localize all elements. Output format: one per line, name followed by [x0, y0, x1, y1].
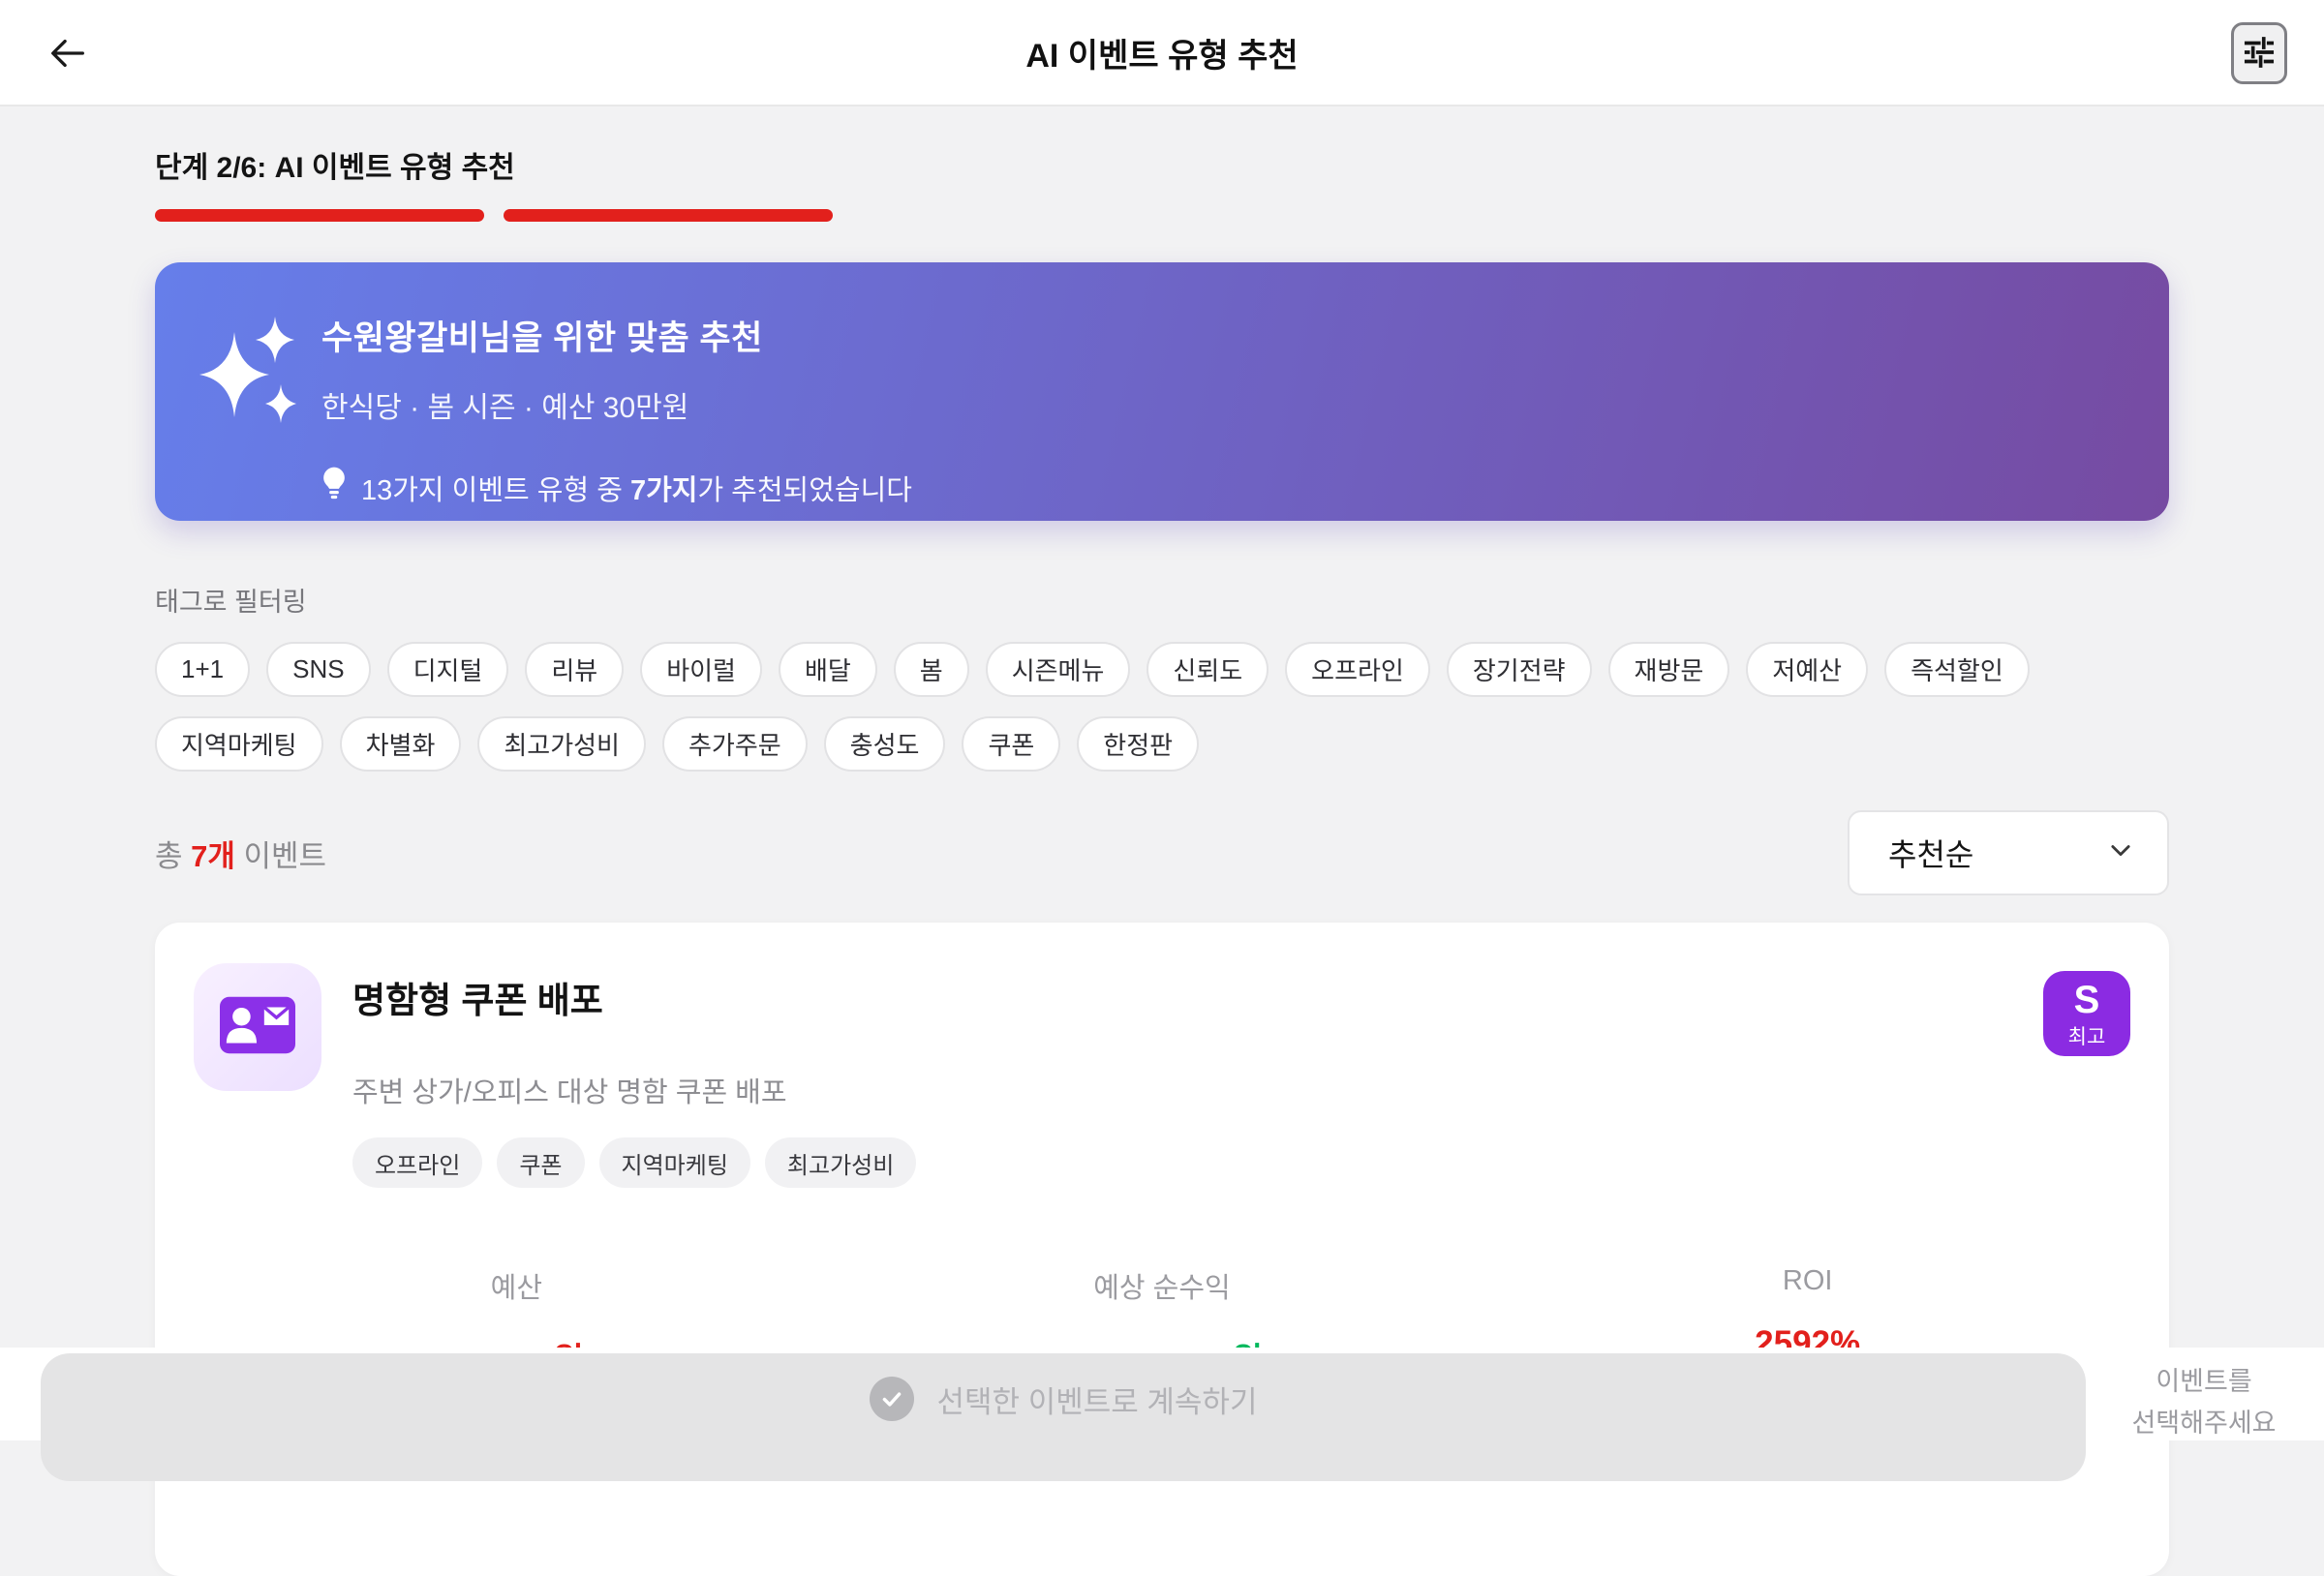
filter-tag-chip[interactable]: 바이럴 — [640, 642, 762, 697]
filter-tag-chip[interactable]: 추가주문 — [661, 716, 808, 772]
filter-tag-chip[interactable]: 봄 — [893, 642, 969, 697]
filter-settings-button[interactable] — [2231, 22, 2287, 84]
results-row: 총 7개 이벤트 추천순 — [155, 810, 2169, 895]
filter-tag-chip[interactable]: SNS — [266, 642, 371, 697]
event-tag: 오프라인 — [352, 1137, 483, 1188]
event-tag: 지역마케팅 — [598, 1137, 750, 1188]
sort-dropdown[interactable]: 추천순 — [1848, 810, 2169, 895]
banner-subtitle: 한식당 · 봄 시즌 · 예산 30만원 — [321, 392, 689, 424]
progress-segment — [504, 209, 833, 222]
event-icon-tile — [194, 963, 321, 1091]
continue-button-content: 선택한 이벤트로 계속하기 — [869, 1377, 1258, 1421]
event-count-number: 7개 — [191, 838, 235, 873]
filter-tag-chip[interactable]: 재방문 — [1607, 642, 1730, 697]
grade-letter: S — [2073, 978, 2100, 1021]
progress-segment — [155, 209, 484, 222]
filter-tag-chip[interactable]: 시즌메뉴 — [985, 642, 1131, 697]
grade-label: 최고 — [2067, 1025, 2106, 1048]
sort-selected-value: 추천순 — [1888, 837, 1974, 872]
header: AI 이벤트 유형 추천 — [0, 0, 2324, 106]
filter-tag-chip[interactable]: 차별화 — [339, 716, 462, 772]
continue-button-label: 선택한 이벤트로 계속하기 — [936, 1384, 1258, 1419]
banner-title: 수원왕갈비님을 위한 맞춤 추천 — [321, 319, 763, 357]
grade-badge: S 최고 — [2043, 971, 2130, 1056]
event-card-text: 명함형 쿠폰 배포 주변 상가/오피스 대상 명함 쿠폰 배포 오프라인 쿠폰 지역… — [352, 963, 2012, 1188]
filter-tag-chip[interactable]: 리뷰 — [525, 642, 625, 697]
metric-label: 예상 순수익 — [1093, 1273, 1231, 1304]
check-circle-icon — [869, 1377, 914, 1421]
event-count: 총 7개 이벤트 — [155, 838, 327, 873]
filter-tag-chip[interactable]: 지역마케팅 — [155, 716, 323, 772]
step-label: 단계 2/6: AI 이벤트 유형 추천 — [155, 152, 515, 184]
back-button[interactable] — [41, 27, 95, 81]
filter-tag-chip[interactable]: 1+1 — [155, 642, 251, 697]
metric-label: ROI — [1782, 1265, 1833, 1296]
filter-tag-chip[interactable]: 배달 — [778, 642, 877, 697]
contact-card-icon — [220, 996, 295, 1059]
continue-button[interactable]: 선택한 이벤트로 계속하기 — [41, 1353, 2086, 1481]
back-arrow-icon — [46, 31, 90, 78]
filter-tag-chip[interactable]: 한정판 — [1077, 716, 1200, 772]
filter-tag-chip[interactable]: 저예산 — [1746, 642, 1869, 697]
metric-label: 예산 — [490, 1273, 543, 1304]
filter-tag-chip[interactable]: 신뢰도 — [1147, 642, 1269, 697]
page-title: AI 이벤트 유형 추천 — [1025, 37, 1299, 75]
bottom-bar: 선택한 이벤트로 계속하기 이벤트를 선택해주세요 — [0, 1348, 2324, 1481]
sparkles-icon — [198, 315, 306, 439]
chevron-down-icon — [2107, 835, 2134, 871]
filter-tag-chip[interactable]: 오프라인 — [1285, 642, 1430, 697]
event-card-head: 명함형 쿠폰 배포 주변 상가/오피스 대상 명함 쿠폰 배포 오프라인 쿠폰 지역… — [194, 963, 2130, 1188]
filter-tag-chip[interactable]: 디지털 — [386, 642, 509, 697]
banner-info-text: 13가지 이벤트 유형 중 7가지가 추천되었습니다 — [361, 475, 912, 506]
filter-tag-chip[interactable]: 충성도 — [823, 716, 946, 772]
recommendation-banner: 수원왕갈비님을 위한 맞춤 추천 한식당 · 봄 시즌 · 예산 30만원 13… — [155, 262, 2169, 521]
filter-tag-chip[interactable]: 장기전략 — [1446, 642, 1592, 697]
banner-info: 13가지 이벤트 유형 중 7가지가 추천되었습니다 — [321, 467, 2111, 509]
tune-sliders-icon — [2241, 34, 2278, 74]
select-event-helper-text: 이벤트를 선택해주세요 — [2131, 1367, 2277, 1439]
event-tag: 쿠폰 — [497, 1137, 585, 1188]
filter-tag-list: 1+1 SNS 디지털 리뷰 바이럴 배달 봄 시즌메뉴 신뢰도 오프라인 장기전략 재방문 저예산 즉석… — [155, 642, 2169, 772]
event-tag: 최고가성비 — [764, 1137, 917, 1188]
filter-tag-chip[interactable]: 쿠폰 — [962, 716, 1061, 772]
event-description: 주변 상가/오피스 대상 명함 쿠폰 배포 — [352, 1077, 787, 1108]
event-tag-list: 오프라인 쿠폰 지역마케팅 최고가성비 — [352, 1137, 2012, 1188]
tag-filter-label: 태그로 필터링 — [155, 588, 307, 617]
filter-tag-chip[interactable]: 즉석할인 — [1884, 642, 2030, 697]
filter-tag-chip[interactable]: 최고가성비 — [477, 716, 646, 772]
event-title: 명함형 쿠폰 배포 — [352, 981, 603, 1020]
progress-bar — [155, 209, 2169, 222]
lightbulb-icon — [321, 467, 347, 509]
